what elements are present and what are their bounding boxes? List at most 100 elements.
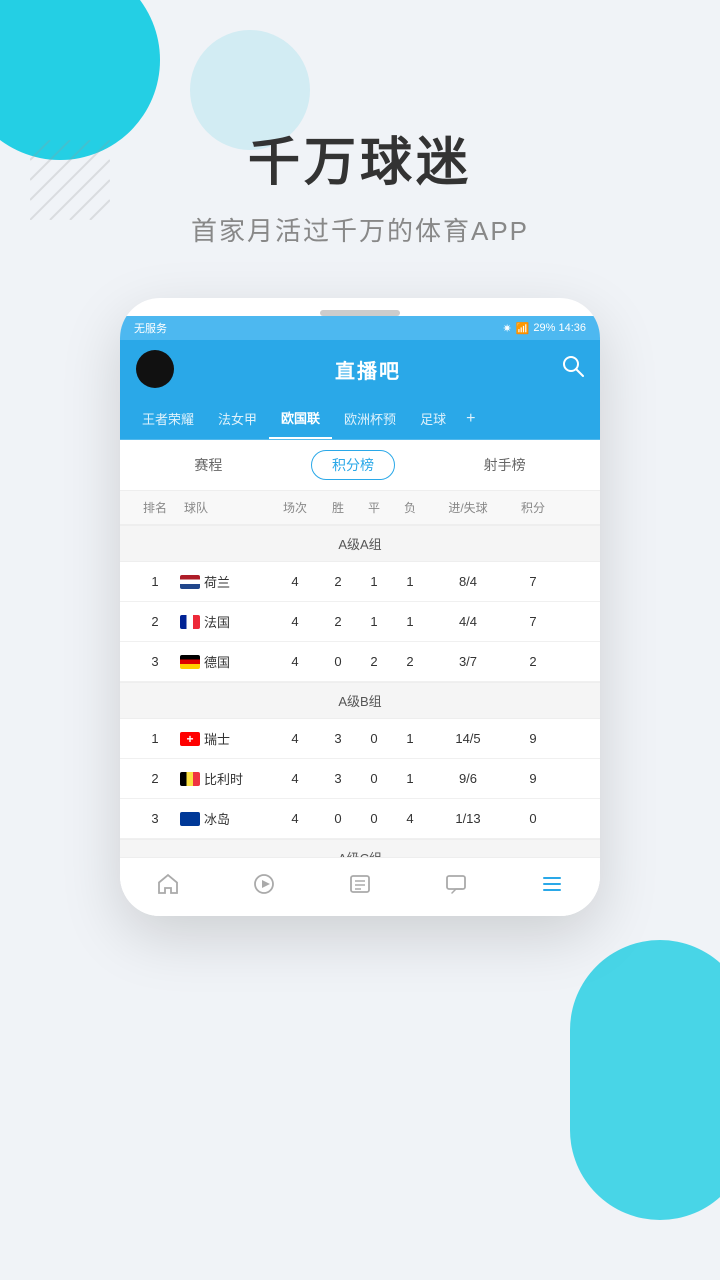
bottom-nav: [120, 857, 600, 916]
points: 9: [508, 771, 558, 786]
played: 4: [270, 731, 320, 746]
loss: 1: [392, 731, 428, 746]
team-name: 法国: [204, 612, 230, 631]
hero-subtitle: 首家月活过千万的体育APP: [0, 211, 720, 248]
flag-ch: [180, 732, 200, 746]
table-row[interactable]: 2 法国 4 2 1 1 4/4 7: [120, 602, 600, 642]
phone-mockup: 无服务 ✷ 📶 29% 14:36 直播吧 王者荣耀 法女甲 欧国联 欧洲杯预 …: [120, 298, 600, 916]
win: 0: [320, 654, 356, 669]
points: 9: [508, 731, 558, 746]
team-name: 荷兰: [204, 572, 230, 591]
points: 7: [508, 614, 558, 629]
nav-tab-ouguo[interactable]: 欧国联: [269, 398, 332, 439]
table-row[interactable]: 1 瑞士 4 3 0 1 14/5 9: [120, 719, 600, 759]
bottom-nav-news[interactable]: [348, 872, 372, 896]
table-row[interactable]: 3 德国 4 0 2 2 3/7 2: [120, 642, 600, 682]
rank: 2: [130, 771, 180, 786]
table-row[interactable]: 3 冰岛 4 0 0 4 1/13 0: [120, 799, 600, 839]
sub-tab-scorers[interactable]: 射手榜: [464, 451, 546, 479]
hero-section: 千万球迷 首家月活过千万的体育APP: [0, 0, 720, 248]
team-cell: 瑞士: [180, 729, 270, 748]
rank: 3: [130, 811, 180, 826]
team-name: 瑞士: [204, 729, 230, 748]
goals: 9/6: [428, 771, 508, 786]
bg-decoration-shape-br: [570, 940, 720, 1220]
table-row[interactable]: 1 荷兰 4 2 1 1 8/4 7: [120, 562, 600, 602]
flag-fr: [180, 615, 200, 629]
played: 4: [270, 574, 320, 589]
points: 0: [508, 811, 558, 826]
bottom-nav-home[interactable]: [156, 872, 180, 896]
group-header-a: A级A组: [120, 525, 600, 562]
draw: 1: [356, 574, 392, 589]
status-bar: 无服务 ✷ 📶 29% 14:36: [120, 316, 600, 340]
team-name: 德国: [204, 652, 230, 671]
loss: 1: [392, 614, 428, 629]
bottom-nav-chat[interactable]: [444, 872, 468, 896]
app-logo[interactable]: [136, 350, 174, 388]
bluetooth-icon: ✷: [502, 322, 511, 335]
draw: 0: [356, 771, 392, 786]
status-carrier: 无服务: [134, 320, 167, 336]
team-name: 冰岛: [204, 809, 230, 828]
col-points: 积分: [508, 499, 558, 516]
hero-title: 千万球迷: [0, 120, 720, 195]
points: 7: [508, 574, 558, 589]
played: 4: [270, 614, 320, 629]
draw: 0: [356, 731, 392, 746]
col-played: 场次: [270, 499, 320, 516]
team-cell: 冰岛: [180, 809, 270, 828]
play-icon: [252, 872, 276, 896]
draw: 0: [356, 811, 392, 826]
loss: 1: [392, 771, 428, 786]
group-header-b: A级B组: [120, 682, 600, 719]
nav-tab-zuqiu[interactable]: 足球: [408, 399, 458, 438]
nav-tab-fanjia[interactable]: 法女甲: [206, 399, 269, 438]
nav-tab-more-icon[interactable]: +: [458, 400, 483, 438]
flag-be: [180, 772, 200, 786]
col-goals: 进/失球: [428, 499, 508, 516]
col-rank: 排名: [130, 499, 180, 516]
col-team: 球队: [180, 499, 270, 516]
sub-tabs: 赛程 积分榜 射手榜: [120, 440, 600, 491]
chat-icon: [444, 872, 468, 896]
battery-text: 29% 14:36: [533, 322, 586, 334]
rank: 1: [130, 574, 180, 589]
bottom-nav-play[interactable]: [252, 872, 276, 896]
sub-tab-schedule[interactable]: 赛程: [174, 451, 242, 479]
draw: 1: [356, 614, 392, 629]
sub-tab-standings[interactable]: 积分榜: [311, 450, 395, 480]
goals: 4/4: [428, 614, 508, 629]
rank: 3: [130, 654, 180, 669]
team-cell: 德国: [180, 652, 270, 671]
goals: 14/5: [428, 731, 508, 746]
nav-tab-wangzhe[interactable]: 王者荣耀: [130, 399, 206, 438]
list-icon: [540, 872, 564, 896]
win: 3: [320, 771, 356, 786]
bottom-nav-list[interactable]: [540, 872, 564, 896]
flag-nl: [180, 575, 200, 589]
col-draw: 平: [356, 499, 392, 516]
win: 0: [320, 811, 356, 826]
nav-tabs: 王者荣耀 法女甲 欧国联 欧洲杯预 足球 +: [120, 398, 600, 440]
table-row[interactable]: 2 比利时 4 3 0 1 9/6 9: [120, 759, 600, 799]
win: 2: [320, 614, 356, 629]
win: 3: [320, 731, 356, 746]
played: 4: [270, 811, 320, 826]
home-icon: [156, 872, 180, 896]
team-cell: 荷兰: [180, 572, 270, 591]
loss: 4: [392, 811, 428, 826]
loss: 1: [392, 574, 428, 589]
wifi-icon: 📶: [516, 322, 530, 335]
app-header: 直播吧: [120, 340, 600, 398]
team-name: 比利时: [204, 769, 243, 788]
team-cell: 法国: [180, 612, 270, 631]
col-win: 胜: [320, 499, 356, 516]
played: 4: [270, 654, 320, 669]
search-icon[interactable]: [562, 355, 584, 383]
nav-tab-ouyubei[interactable]: 欧洲杯预: [332, 399, 408, 438]
win: 2: [320, 574, 356, 589]
loss: 2: [392, 654, 428, 669]
points: 2: [508, 654, 558, 669]
table-header-row: 排名 球队 场次 胜 平 负 进/失球 积分: [120, 491, 600, 525]
